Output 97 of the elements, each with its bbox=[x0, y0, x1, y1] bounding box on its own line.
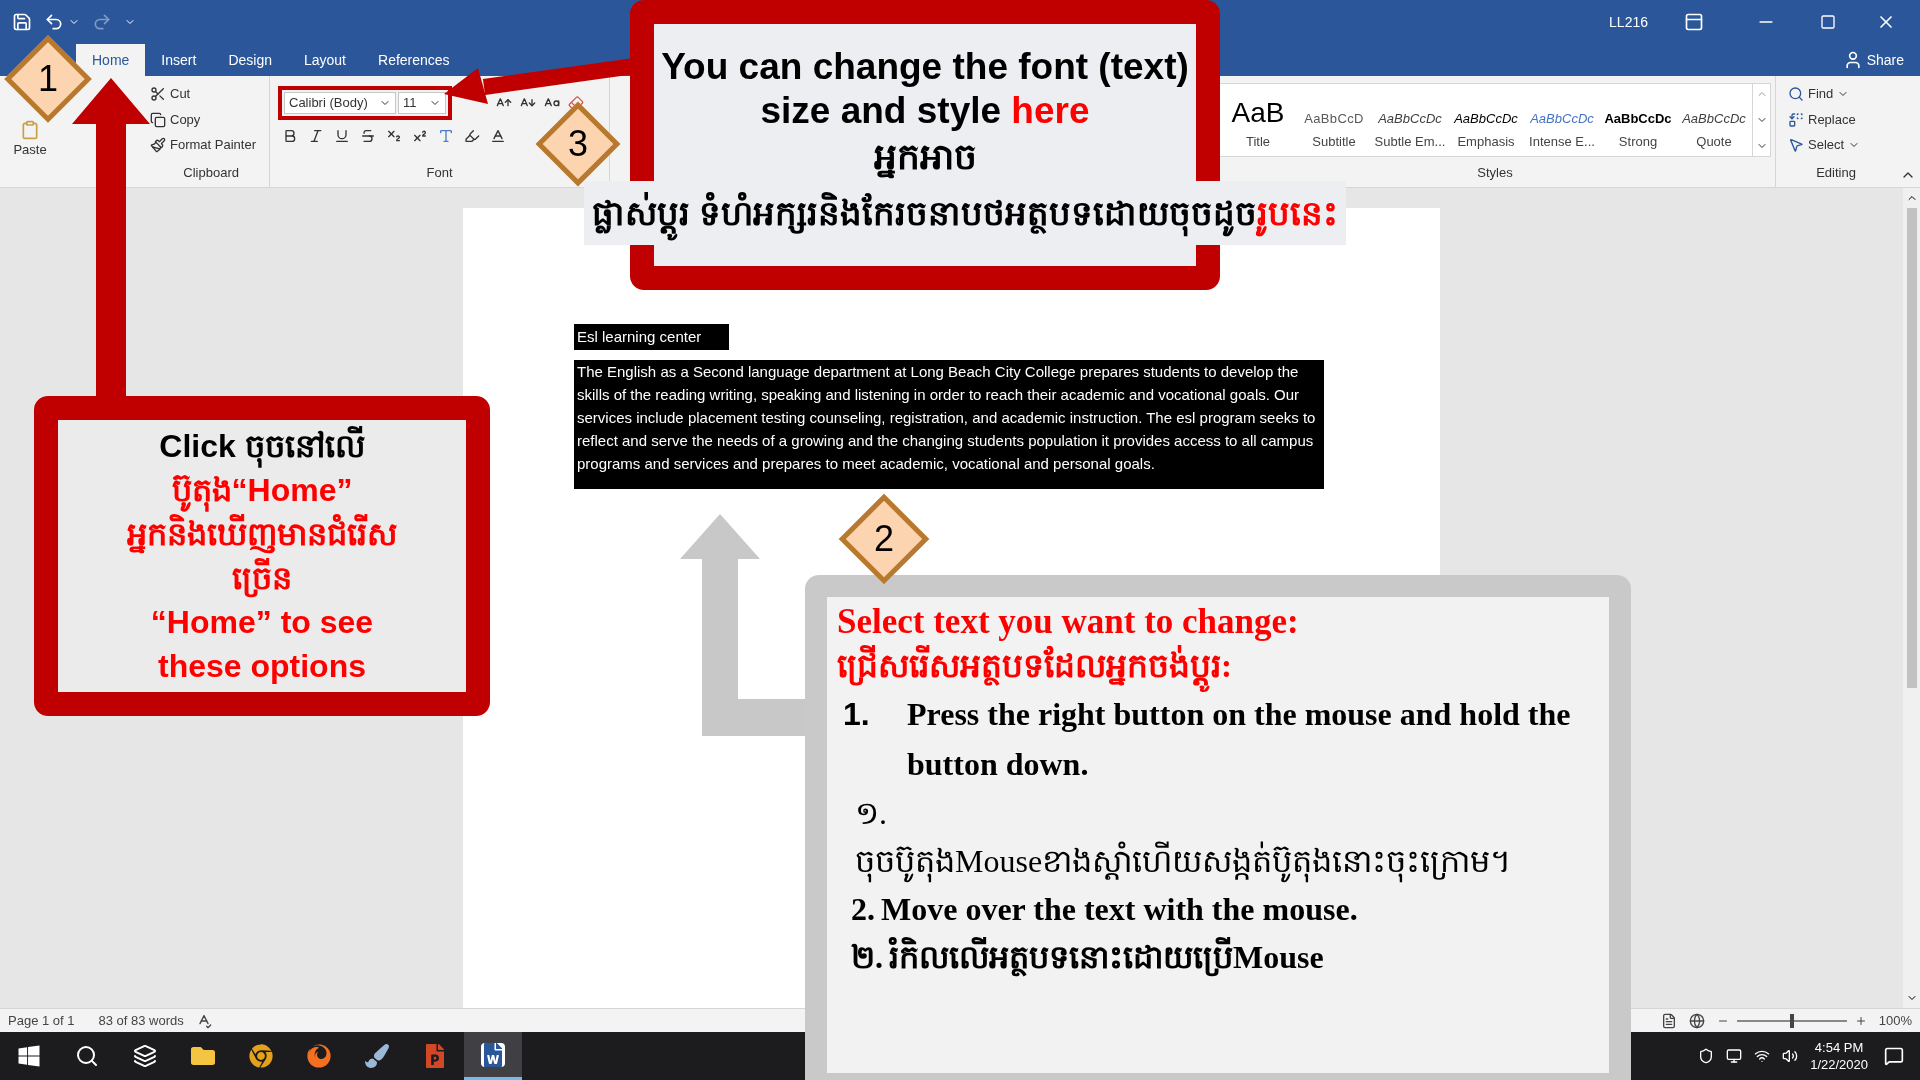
fox-browser-icon[interactable] bbox=[307, 1044, 331, 1068]
step-text: Move over the text with the mouse. bbox=[881, 890, 1358, 929]
shield-icon[interactable] bbox=[1698, 1048, 1715, 1064]
word-count: 83 of 83 words bbox=[98, 1011, 184, 1030]
strikethrough-icon[interactable] bbox=[360, 128, 376, 144]
editing-action[interactable]: Replace bbox=[1788, 109, 1896, 130]
share-button[interactable]: Share bbox=[1826, 44, 1920, 76]
zoom-level[interactable]: 100% bbox=[1878, 1010, 1912, 1031]
step-number: 1 bbox=[37, 57, 59, 101]
scrollbar[interactable] bbox=[1903, 188, 1920, 1008]
highlighter-icon[interactable] bbox=[464, 128, 480, 144]
scrollbar-thumb[interactable] bbox=[1906, 208, 1917, 688]
presentation-app-icon[interactable] bbox=[423, 1044, 447, 1068]
callout-title: You can change the font (text) size and style here bbox=[660, 45, 1190, 133]
paste-button[interactable]: Paste bbox=[13, 119, 47, 160]
clipboard-action[interactable]: Cut bbox=[150, 84, 256, 104]
network-icon[interactable] bbox=[1754, 1048, 1771, 1064]
clock-time[interactable]: 4:54 PM bbox=[1814, 1039, 1864, 1056]
callout-text: ច្រើន bbox=[232, 557, 292, 600]
notifications-icon[interactable] bbox=[1884, 1046, 1904, 1066]
bold-icon[interactable] bbox=[282, 128, 298, 144]
save-icon[interactable] bbox=[12, 12, 32, 32]
step-text: Press the right button on the mouse and hold the button down. bbox=[907, 695, 1572, 784]
paintbrush-icon[interactable] bbox=[150, 137, 166, 154]
group-label: Editing bbox=[1816, 164, 1856, 183]
editing-action[interactable]: Select bbox=[1788, 135, 1896, 155]
task-view-icon[interactable] bbox=[133, 1044, 157, 1068]
zoom-in-icon[interactable] bbox=[1854, 1014, 1867, 1027]
step-number: 2. bbox=[851, 890, 875, 929]
callout-title: Click ចុចនៅលើ bbox=[159, 424, 365, 468]
step-text: រំកិលលើអត្ថបទនោះដោយប្រើMouse bbox=[889, 936, 1324, 979]
group-label: Font bbox=[426, 164, 453, 183]
clipboard-action[interactable]: Format Painter bbox=[150, 135, 256, 155]
folder-icon[interactable] bbox=[191, 1044, 215, 1068]
callout-text: “Home” to see bbox=[150, 603, 374, 642]
copy-icon[interactable] bbox=[150, 111, 166, 128]
replace-icon[interactable] bbox=[1788, 111, 1804, 128]
print-layout-icon[interactable] bbox=[1660, 1012, 1677, 1029]
callout-text: ប៊ូតុង“Home” bbox=[171, 468, 353, 512]
underline-icon[interactable] bbox=[334, 128, 350, 144]
pointer-icon[interactable] bbox=[1788, 137, 1804, 154]
brush-icon[interactable] bbox=[365, 1044, 389, 1068]
word-document-icon[interactable] bbox=[481, 1042, 505, 1067]
clipboard-icon[interactable] bbox=[20, 119, 40, 140]
font-name-field[interactable]: Calibri (Body) bbox=[284, 92, 396, 114]
style-option[interactable]: AaBbCcDc Strong bbox=[1600, 83, 1676, 156]
step-number: ២. bbox=[851, 938, 883, 977]
ribbon-display-icon[interactable] bbox=[1684, 12, 1704, 32]
restore-icon[interactable] bbox=[1820, 14, 1836, 30]
search-icon[interactable] bbox=[75, 1044, 99, 1068]
italic-icon[interactable] bbox=[308, 128, 324, 144]
step-number: 1. bbox=[843, 695, 871, 734]
selected-paragraph: The English as a Second language department at Long Beach City College prepares students to develop the skills of the reading writing, speaking and listening in order to reach their academic and vocational goals. Our services include placement testing counseling, registration, and academic instruction. The esl program seeks to reflect and serve the needs of a growing and the changing students population it provides access to all campus programs and services and prepares to meet academic, vocational and personal goals. bbox=[574, 360, 1324, 489]
group-label: Clipboard bbox=[183, 164, 239, 183]
callout-text: ផ្លាស់ប្តូរ ទំហំអក្សរនិងកែរចនាបថអត្ថបទដោយចុចដូចរូបនេះ bbox=[584, 181, 1347, 245]
browser-icon[interactable] bbox=[249, 1044, 273, 1068]
font-color-icon[interactable] bbox=[490, 128, 506, 144]
callout-subtitle: អ្នកអាច bbox=[873, 135, 977, 181]
style-option[interactable]: AaBbCcDc Quote bbox=[1676, 83, 1752, 156]
step-text: ចុចប៊ូតុងMouseខាងស្តាំហើយសង្កត់ប៊ូតុងនោះចុះក្រោម។ bbox=[855, 837, 1512, 885]
editing-action[interactable]: Find bbox=[1788, 84, 1896, 104]
display-icon[interactable] bbox=[1726, 1048, 1743, 1064]
ribbon-tab[interactable]: Home bbox=[76, 44, 146, 76]
ribbon-tab[interactable]: Design bbox=[212, 44, 288, 76]
font-size-field[interactable]: 11 bbox=[398, 92, 446, 114]
zoom-thumb[interactable] bbox=[1789, 1013, 1794, 1028]
callout-title: Select text you want to change: bbox=[837, 601, 1300, 643]
subscript-icon[interactable] bbox=[386, 128, 402, 144]
search-icon[interactable] bbox=[1788, 86, 1804, 103]
ribbon-tab[interactable]: References bbox=[362, 44, 466, 76]
windows-logo-icon[interactable] bbox=[17, 1044, 41, 1068]
style-option[interactable]: AaBbCcDc Emphasis bbox=[1448, 83, 1524, 156]
selected-heading: Esl learning center bbox=[574, 324, 730, 350]
zoom-slider[interactable] bbox=[1736, 1013, 1847, 1028]
ribbon-tab[interactable]: Layout bbox=[287, 44, 362, 76]
group-label: Styles bbox=[1477, 164, 1513, 183]
callout-text: អ្នកនិងឃើញមានជំរើស bbox=[127, 513, 397, 556]
style-option[interactable]: AaBbCcD Subtitle bbox=[1296, 83, 1372, 156]
text-effects-icon[interactable] bbox=[438, 128, 454, 144]
page-count: Page 1 of 1 bbox=[8, 1011, 75, 1030]
clock-date[interactable]: 1/22/2020 bbox=[1810, 1056, 1868, 1073]
step-number: ១. bbox=[855, 794, 887, 833]
web-layout-icon[interactable] bbox=[1688, 1012, 1705, 1029]
account-name[interactable]: LL216 bbox=[1609, 11, 1648, 33]
undo-icon[interactable] bbox=[44, 12, 64, 32]
style-option[interactable]: AaBbCcDc Subtle Em... bbox=[1372, 83, 1448, 156]
style-option[interactable]: AaBbCcDc Intense E... bbox=[1524, 83, 1600, 156]
style-option[interactable]: AaB Title bbox=[1220, 83, 1296, 156]
clipboard-action[interactable]: Copy bbox=[150, 109, 256, 130]
step-number: 2 bbox=[873, 517, 895, 561]
step-number: 3 bbox=[567, 122, 589, 166]
superscript-icon[interactable] bbox=[412, 128, 428, 144]
callout-text: these options bbox=[158, 647, 366, 686]
volume-icon[interactable] bbox=[1782, 1048, 1799, 1064]
ribbon-tab[interactable]: Insert bbox=[145, 44, 213, 76]
taskbar-app[interactable] bbox=[464, 1032, 522, 1080]
scissors-icon[interactable] bbox=[150, 86, 166, 103]
